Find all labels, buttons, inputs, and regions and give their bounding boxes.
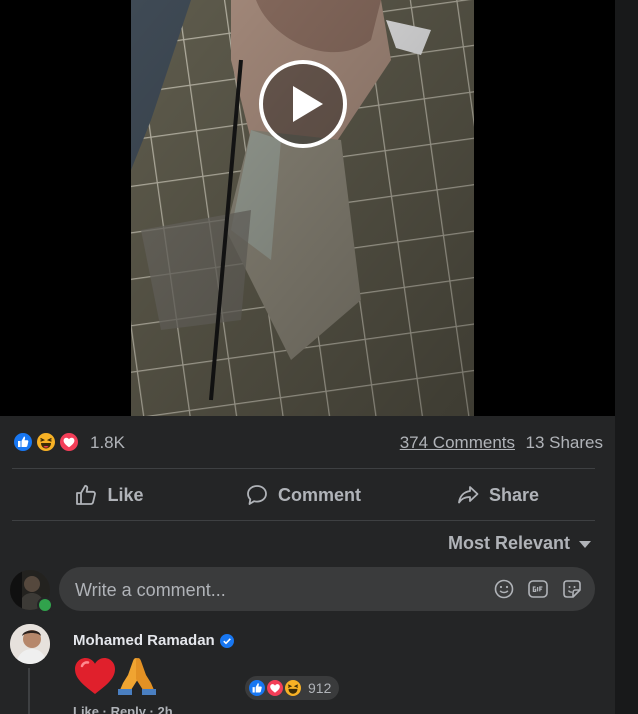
emoji-icon[interactable] — [493, 578, 515, 600]
share-label: Share — [488, 484, 540, 505]
folded-hands-icon — [118, 658, 156, 695]
comment-author[interactable]: Mohamed Ramadan — [73, 632, 234, 649]
comment-input[interactable] — [73, 567, 477, 613]
sticker-icon[interactable] — [561, 578, 583, 600]
post-card: 1.8K 374 Comments 13 Shares Like Comment… — [0, 0, 615, 714]
haha-icon — [283, 678, 303, 698]
comment-reaction-count: 912 — [308, 680, 332, 696]
comment-composer[interactable] — [59, 567, 595, 613]
red-heart-icon — [75, 658, 115, 694]
caret-down-icon — [579, 541, 591, 548]
love-icon — [58, 431, 80, 453]
share-button[interactable]: Share — [400, 472, 595, 518]
commenter-avatar[interactable] — [10, 624, 50, 664]
shares-count[interactable]: 13 Shares — [526, 433, 604, 453]
comment-sort-label: Most Relevant — [447, 533, 570, 553]
reaction-count[interactable]: 1.8K — [90, 433, 125, 453]
play-button[interactable] — [259, 60, 347, 148]
like-icon — [12, 431, 34, 453]
love-icon — [265, 678, 285, 698]
divider — [12, 520, 595, 521]
divider — [12, 468, 595, 469]
reply-thread-line — [28, 668, 30, 714]
comment-reactions[interactable]: 912 — [245, 676, 339, 700]
haha-icon — [35, 431, 57, 453]
comment-meta[interactable]: Like · Reply · 2h — [73, 704, 173, 714]
thumbs-up-icon — [76, 484, 97, 505]
gif-icon[interactable] — [527, 578, 549, 600]
share-icon — [458, 486, 479, 504]
page-background — [615, 0, 638, 714]
comment-button[interactable]: Comment — [206, 472, 400, 518]
reactions-summary: 1.8K 374 Comments 13 Shares — [12, 428, 603, 458]
post-actions: Like Comment Share — [12, 472, 595, 518]
comment-author-name: Mohamed Ramadan — [73, 632, 215, 649]
comment-sort-dropdown[interactable]: Most Relevant — [448, 533, 591, 554]
reaction-icons[interactable] — [12, 431, 82, 453]
like-icon — [247, 678, 267, 698]
like-label: Like — [107, 484, 144, 505]
online-status-dot — [37, 597, 53, 613]
video-player[interactable] — [0, 0, 615, 416]
comment-label: Comment — [277, 484, 361, 505]
verified-badge-icon — [219, 633, 234, 648]
play-icon — [293, 86, 323, 122]
like-button[interactable]: Like — [12, 472, 206, 518]
comment-icon — [247, 485, 267, 505]
comments-count-link[interactable]: 374 Comments — [400, 433, 515, 453]
